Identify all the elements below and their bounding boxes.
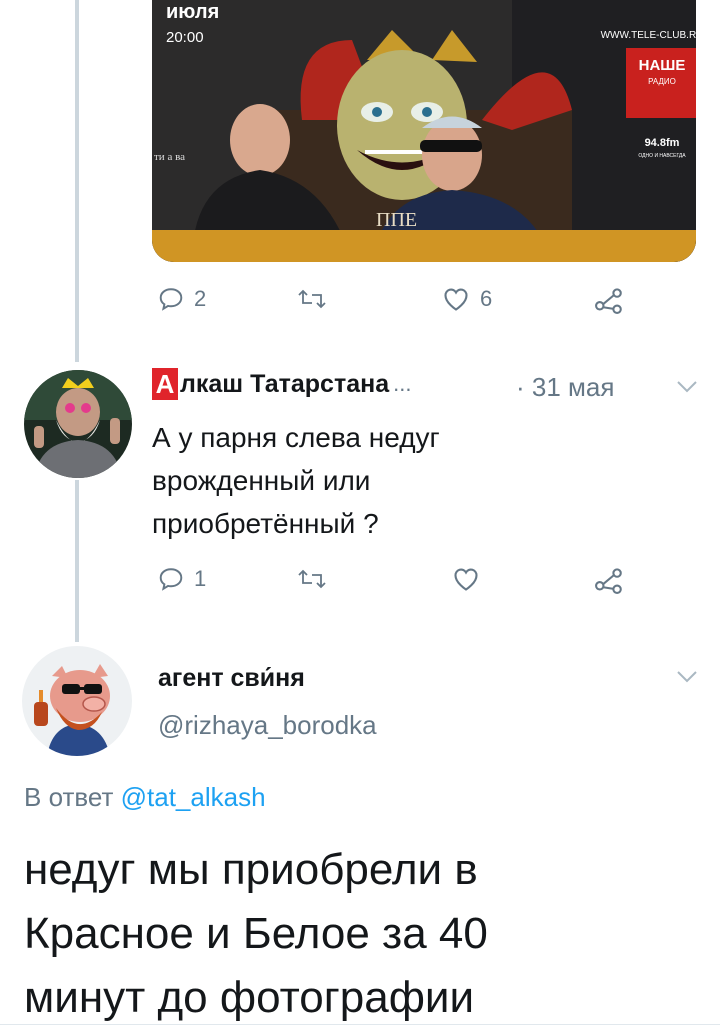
- tweet3-line: минут до фотографии: [24, 973, 475, 1022]
- photo-side-text: ти а ва: [154, 151, 185, 163]
- tweet2-text: А у парня слева недуг врожденный или при…: [152, 416, 440, 545]
- tweet2-author[interactable]: А лкаш Татарстана ...: [152, 368, 411, 400]
- divider: [0, 1024, 720, 1025]
- tweet-photo[interactable]: WWW.TELE-CLUB.RU НАШЕ РАДИО 94.8fm ОДНО …: [152, 0, 696, 262]
- photo-bottom-text: ППЕ: [376, 209, 417, 231]
- photo-radio-freq: 94.8fm: [645, 137, 680, 149]
- chevron-down-icon[interactable]: [676, 380, 698, 394]
- name-badge: А: [152, 368, 178, 400]
- avatar-alkash[interactable]: [24, 370, 132, 478]
- reply-count: 2: [194, 286, 207, 311]
- retweet-icon: [298, 289, 326, 309]
- author-name: агент сви́ня: [158, 664, 305, 692]
- photo-site-text: WWW.TELE-CLUB.RU: [601, 30, 696, 41]
- photo-radio-sub: РАДИО: [648, 77, 676, 86]
- share-action[interactable]: [594, 286, 624, 314]
- tweet3-text: недуг мы приобрели в Красное и Белое за …: [24, 838, 704, 1030]
- tweet2-line: приобретённый ?: [152, 508, 379, 539]
- author-name: лкаш Татарстана: [180, 369, 390, 398]
- tweet2-date[interactable]: · 31 мая: [516, 372, 614, 403]
- share-action[interactable]: [594, 566, 624, 594]
- reply-to: В ответ @tat_alkash: [24, 782, 266, 813]
- tweet2-line: А у парня слева недуг: [152, 422, 440, 453]
- photo-radio-name: НАШЕ: [639, 57, 686, 74]
- tweet3-author[interactable]: агент сви́ня: [158, 664, 305, 693]
- tweet2-line: врожденный или: [152, 465, 371, 496]
- like-action[interactable]: 6: [442, 286, 492, 312]
- tweet3-line: недуг мы приобрели в: [24, 845, 478, 894]
- share-icon: [595, 568, 622, 594]
- avatar-svinya[interactable]: [22, 646, 132, 756]
- tweet1-actions: 2 6: [152, 286, 632, 320]
- reply-icon: [159, 288, 183, 311]
- retweet-action[interactable]: [298, 566, 326, 592]
- reply-action[interactable]: 1: [158, 566, 206, 592]
- chevron-down-icon[interactable]: [676, 670, 698, 684]
- tweet2-actions: 1: [152, 566, 632, 600]
- photo-time: 20:00: [166, 29, 204, 46]
- heart-icon: [444, 288, 468, 311]
- retweet-icon: [298, 569, 326, 589]
- like-count: 6: [480, 286, 493, 311]
- photo-radio-tag: ОДНО И НАВСЕГДА: [638, 153, 686, 159]
- reply-action[interactable]: 2: [158, 286, 206, 312]
- name-ellipsis: ...: [393, 371, 412, 396]
- like-action[interactable]: [452, 566, 480, 592]
- tweet3-line: Красное и Белое за 40: [24, 909, 488, 958]
- heart-icon: [454, 568, 478, 591]
- reply-count: 1: [194, 566, 207, 591]
- retweet-action[interactable]: [298, 286, 326, 312]
- thread-line-top: [75, 0, 79, 362]
- reply-to-prefix: В ответ: [24, 782, 121, 812]
- author-handle[interactable]: @rizhaya_borodka: [158, 710, 377, 741]
- reply-icon: [159, 568, 183, 591]
- photo-month: июля: [166, 1, 219, 23]
- reply-to-handle-link[interactable]: @tat_alkash: [121, 782, 266, 812]
- thread-line-middle: [75, 480, 79, 642]
- share-icon: [595, 288, 622, 314]
